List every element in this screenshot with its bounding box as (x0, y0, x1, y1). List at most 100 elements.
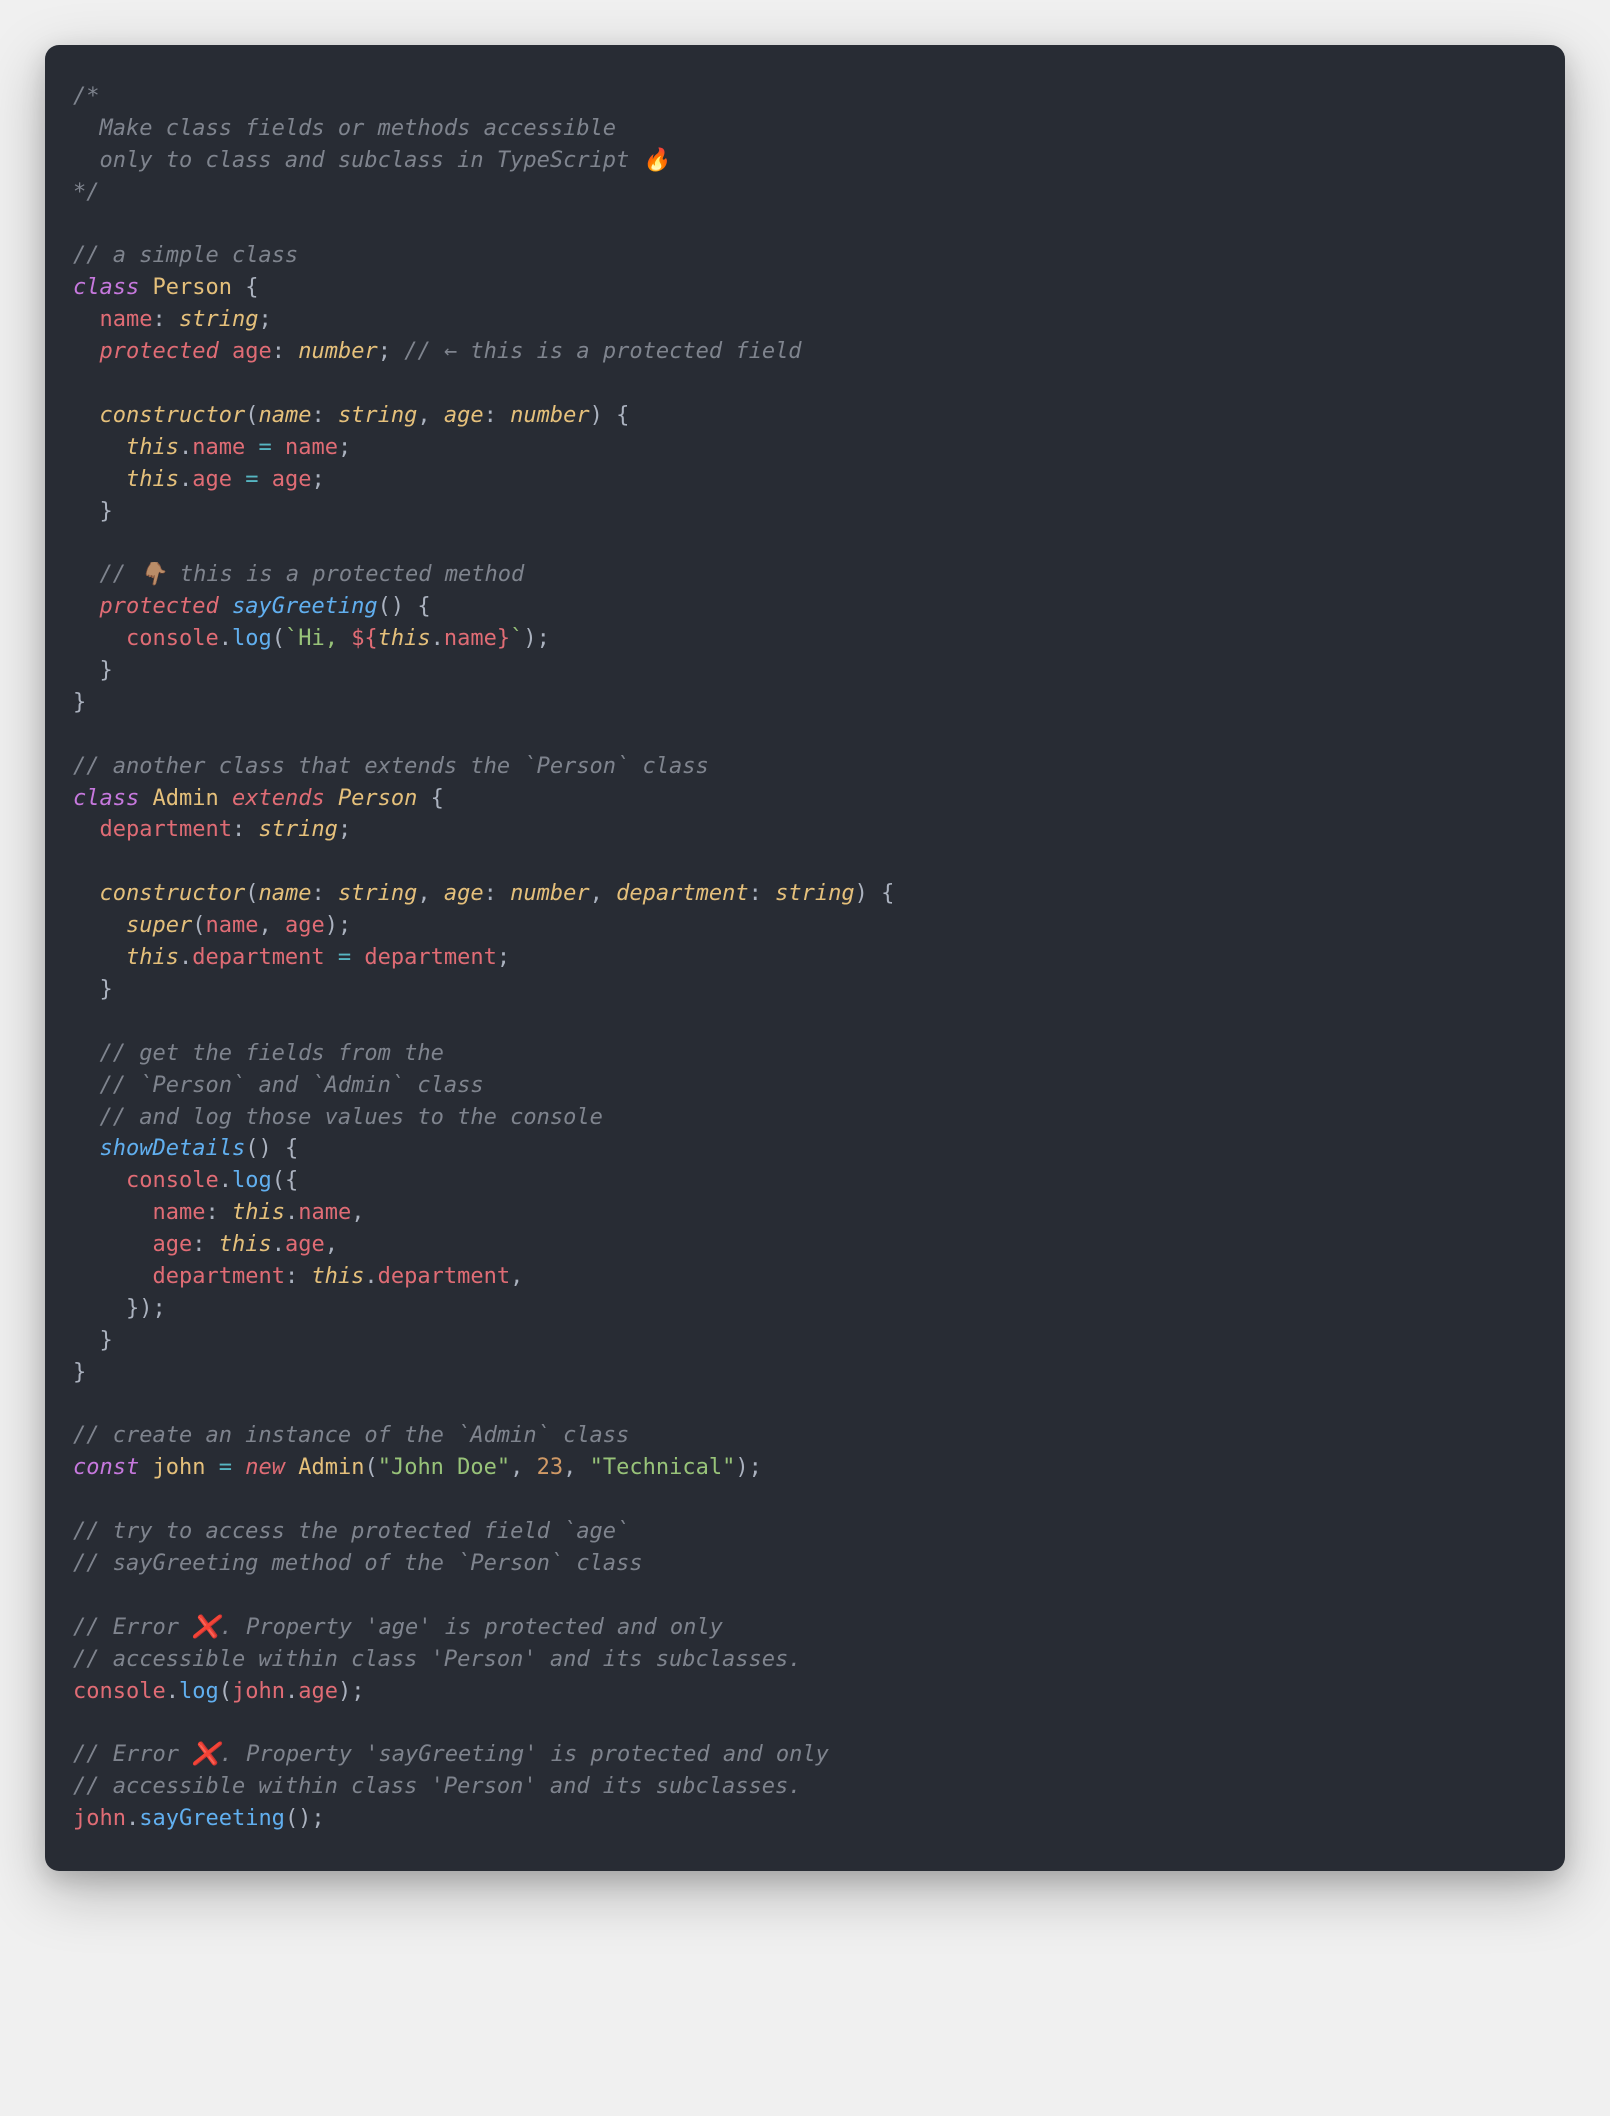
token-ty: string (338, 403, 417, 428)
token-ty: number (510, 881, 589, 906)
code-line: // accessible within class 'Person' and … (73, 1774, 801, 1799)
token-p: : (311, 403, 338, 428)
token-p: , (258, 913, 285, 938)
code-line: console.log(`Hi, ${this.name}`); (73, 626, 550, 651)
token-prm: age (444, 881, 484, 906)
code-line: } (73, 690, 86, 715)
code-line: */ (73, 180, 100, 205)
token-p: . (166, 1679, 179, 1704)
token-p (73, 1232, 152, 1257)
token-kw: class (73, 275, 139, 300)
code-line: this.department = department; (73, 945, 510, 970)
token-p (73, 1073, 100, 1098)
code-line: } (73, 499, 113, 524)
token-c: // ← this is a protected field (404, 339, 801, 364)
token-ty: string (338, 881, 417, 906)
token-p (73, 881, 100, 906)
token-p: ) { (855, 881, 895, 906)
token-p: : (232, 817, 259, 842)
token-vc: john (152, 1455, 205, 1480)
token-prm: age (444, 403, 484, 428)
token-p: ( (219, 1679, 232, 1704)
token-str: `Hi, (285, 626, 351, 651)
token-p: ( (245, 403, 258, 428)
token-c: // another class that extends the `Perso… (73, 754, 709, 779)
code-line: /* (73, 84, 100, 109)
token-prm: department (616, 881, 748, 906)
token-p: : (285, 1264, 312, 1289)
token-ty: Person (338, 786, 417, 811)
token-c: Make class fields or methods accessible (73, 116, 616, 141)
code-line: class Admin extends Person { (73, 786, 444, 811)
token-p: { (417, 786, 444, 811)
code-line: // create an instance of the `Admin` cla… (73, 1423, 629, 1448)
token-var: name (192, 435, 245, 460)
code-line: Make class fields or methods accessible (73, 116, 616, 141)
token-p: ; (497, 945, 510, 970)
code-card: /* Make class fields or methods accessib… (45, 45, 1565, 1871)
token-ty: string (258, 817, 337, 842)
code-line: // Error ❌. Property 'age' is protected … (73, 1615, 723, 1640)
token-op: = (258, 435, 271, 460)
token-p (73, 467, 126, 492)
token-th: this (126, 435, 179, 460)
token-prm: name (258, 881, 311, 906)
token-p: () { (245, 1136, 298, 1161)
token-c: // try to access the protected field `ag… (73, 1519, 629, 1544)
code-line: department: string; (73, 817, 351, 842)
token-p (219, 339, 232, 364)
token-p: ({ (272, 1168, 299, 1193)
token-p (73, 339, 100, 364)
token-ty: number (298, 339, 377, 364)
token-p (73, 435, 126, 460)
code-line: only to class and subclass in TypeScript… (73, 148, 670, 173)
token-ty: string (775, 881, 854, 906)
token-c: // accessible within class 'Person' and … (73, 1647, 801, 1672)
token-fn: sayGreeting (139, 1806, 285, 1831)
code-line: }); (73, 1296, 166, 1321)
token-fn: log (232, 626, 272, 651)
token-p: , (590, 881, 617, 906)
token-mod: protected (100, 339, 219, 364)
token-p: ( (192, 913, 205, 938)
token-mod: extends (232, 786, 325, 811)
token-p (205, 1455, 218, 1480)
token-var: console (73, 1679, 166, 1704)
token-fnit: sayGreeting (232, 594, 378, 619)
token-p: } (73, 690, 86, 715)
token-num: 23 (537, 1455, 564, 1480)
token-ti: ${ (351, 626, 378, 651)
token-p: : (749, 881, 776, 906)
token-p: ; (378, 339, 405, 364)
code-line: name: string; (73, 307, 272, 332)
token-p: } (73, 1328, 113, 1353)
token-th: this (126, 945, 179, 970)
code-line: class Person { (73, 275, 258, 300)
token-var: age (152, 1232, 192, 1257)
token-op: = (219, 1455, 232, 1480)
token-p: ) { (590, 403, 630, 428)
code-line: // another class that extends the `Perso… (73, 754, 709, 779)
token-op: = (338, 945, 351, 970)
token-p: : (152, 307, 179, 332)
code-line: this.age = age; (73, 467, 325, 492)
token-p: , (325, 1232, 338, 1257)
token-p: ; (338, 817, 351, 842)
token-p (272, 435, 285, 460)
token-c: // sayGreeting method of the `Person` cl… (73, 1551, 643, 1576)
token-kw: class (73, 786, 139, 811)
token-var: age (272, 467, 312, 492)
token-th: this (311, 1264, 364, 1289)
code-line: // a simple class (73, 243, 298, 268)
code-line: } (73, 1328, 113, 1353)
token-p (73, 1041, 100, 1066)
token-str: "John Doe" (378, 1455, 510, 1480)
token-p (73, 403, 100, 428)
token-th: this (219, 1232, 272, 1257)
token-var: console (126, 1168, 219, 1193)
token-var: age (298, 1679, 338, 1704)
token-p: . (272, 1232, 285, 1257)
token-p (232, 467, 245, 492)
token-ty: number (510, 403, 589, 428)
token-p: : (484, 881, 511, 906)
